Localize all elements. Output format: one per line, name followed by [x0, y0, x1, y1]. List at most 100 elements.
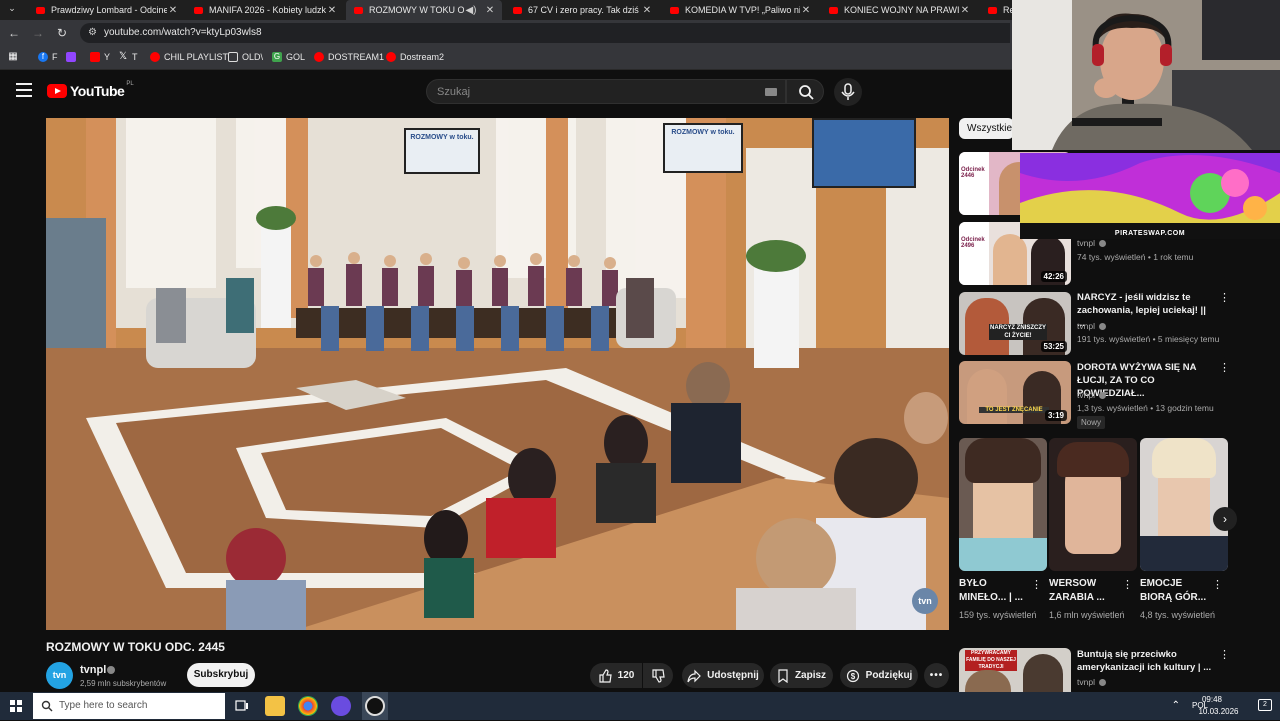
- more-vert-icon[interactable]: ⋮: [1219, 650, 1230, 661]
- save-button[interactable]: Zapisz: [770, 663, 833, 688]
- youtube-favicon-icon: [670, 6, 679, 14]
- related-channel[interactable]: tvnpl: [1077, 390, 1095, 400]
- short-title[interactable]: EMOCJE BIORĄ GÓR...: [1140, 577, 1216, 605]
- related-thumbnail[interactable]: NARCYZ ZNISZCZY CI ŻYCIE! 53:25: [959, 292, 1071, 355]
- file-explorer-icon[interactable]: [265, 696, 285, 716]
- windows-start-icon[interactable]: [10, 700, 22, 712]
- speaker-icon[interactable]: ◀): [464, 5, 478, 16]
- channel-avatar[interactable]: tvn: [46, 662, 73, 689]
- chip-all[interactable]: Wszystkie: [959, 118, 1014, 139]
- search-icon: [799, 85, 814, 100]
- more-vert-icon[interactable]: ⋮: [1031, 580, 1042, 591]
- youtube-masthead: YouTube PL Szukaj: [0, 71, 1012, 113]
- tab-6[interactable]: KONIEC WOJNY NA PRAWICY?✕: [821, 0, 977, 20]
- more-actions-button[interactable]: •••: [924, 663, 949, 688]
- tab-4[interactable]: 67 CV i zero pracy. Tak dziś wyg✕: [505, 0, 659, 20]
- chevron-right-icon: ›: [1223, 512, 1227, 526]
- close-tab-icon[interactable]: ✕: [800, 5, 812, 16]
- related-thumbnail[interactable]: PRZYWRACAMY FAMILIĘ DO NASZEJ TRADYCJI: [959, 648, 1071, 692]
- bookmark-f[interactable]: fF: [38, 52, 58, 62]
- close-tab-icon[interactable]: ✕: [326, 5, 338, 16]
- discord-icon[interactable]: [331, 696, 351, 716]
- shorts-next-button[interactable]: ›: [1213, 507, 1237, 531]
- search-button[interactable]: [786, 79, 824, 104]
- dislike-button[interactable]: [643, 663, 673, 688]
- forward-arrow-icon[interactable]: →: [30, 25, 46, 41]
- address-bar[interactable]: ⚙ youtube.com/watch?v=ktyLp03wls8: [80, 23, 1010, 43]
- close-tab-icon[interactable]: ✕: [641, 5, 653, 16]
- tab-2[interactable]: MANIFA 2026 - Kobiety ludzkie ✕: [186, 0, 344, 20]
- chrome-icon[interactable]: [298, 696, 318, 716]
- related-channel[interactable]: tvnpl: [1077, 321, 1095, 331]
- webcam-image: [1012, 0, 1280, 150]
- bookmark-dostream1[interactable]: DOSTREAM1: [314, 52, 384, 62]
- task-view-icon[interactable]: [232, 696, 252, 716]
- youtube-favicon-icon: [988, 6, 997, 14]
- tab-search-icon[interactable]: ⌄: [4, 3, 20, 17]
- x-icon: 𝕏: [118, 51, 128, 62]
- chevron-up-icon[interactable]: ⌃: [1172, 700, 1180, 711]
- close-tab-icon[interactable]: ✕: [167, 5, 179, 16]
- notification-icon[interactable]: 2: [1258, 699, 1272, 711]
- clock-date[interactable]: 10.03.2026: [1191, 707, 1246, 716]
- bookmark-folder-old[interactable]: OLD\: [228, 52, 263, 62]
- browser-toolbar: ← → ↻ ⚙ youtube.com/watch?v=ktyLp03wls8: [0, 20, 1012, 46]
- related-title[interactable]: NARCYZ - jeśli widzisz te zachowania, le…: [1077, 291, 1212, 330]
- short-title[interactable]: WERSOW ZARABIA ...: [1049, 577, 1125, 605]
- reload-icon[interactable]: ↻: [54, 25, 70, 41]
- video-player[interactable]: ROZMOWY w toku. ROZMOWY w toku. tvn: [46, 118, 949, 630]
- share-button[interactable]: Udostępnij: [682, 663, 764, 688]
- related-channel[interactable]: tvnpl: [1077, 238, 1095, 248]
- super-thanks-icon: $: [846, 669, 859, 682]
- youtube-icon: [314, 52, 324, 62]
- thanks-button[interactable]: $ Podziękuj: [840, 663, 918, 688]
- keyboard-icon[interactable]: [765, 88, 777, 96]
- more-vert-icon[interactable]: ⋮: [1219, 293, 1230, 304]
- related-thumbnail[interactable]: TO JEST ZNĘCANIE 3:19: [959, 361, 1071, 424]
- menu-icon[interactable]: [16, 83, 32, 97]
- taskbar-search-input[interactable]: Type here to search: [33, 693, 225, 719]
- twitch-icon: [66, 52, 76, 62]
- more-vert-icon[interactable]: ⋮: [1122, 580, 1133, 591]
- new-badge: Nowy: [1077, 416, 1106, 429]
- bookmark-chil-playlist[interactable]: CHIL PLAYLIST: [150, 52, 228, 62]
- more-vert-icon[interactable]: ⋮: [1212, 580, 1223, 591]
- related-channel[interactable]: tvnpl: [1077, 677, 1095, 687]
- bookmark-icon: [778, 668, 788, 683]
- tab-1[interactable]: Prawdziwy Lombard - Odcinek ✕: [28, 0, 185, 20]
- obs-icon[interactable]: [362, 692, 388, 720]
- more-vert-icon[interactable]: ⋮: [1219, 363, 1230, 374]
- short-views: 4,8 tys. wyświetleń: [1140, 610, 1216, 620]
- clock-time[interactable]: 09:48: [1192, 695, 1232, 704]
- short-views: 1,6 mln wyświetleń: [1049, 610, 1125, 620]
- short-thumbnail[interactable]: [959, 438, 1047, 571]
- search-icon: [41, 700, 53, 712]
- close-tab-icon[interactable]: ✕: [484, 5, 496, 16]
- bookmark-dostream2[interactable]: Dostream2: [386, 52, 444, 62]
- site-settings-icon[interactable]: ⚙: [88, 27, 97, 38]
- bookmark-gol[interactable]: G GOL: [272, 52, 305, 62]
- related-title[interactable]: DOROTA WYŻYWA SIĘ NA ŁUCJI, ZA TO CO POW…: [1077, 361, 1212, 400]
- search-input[interactable]: Szukaj: [426, 79, 786, 104]
- bookmark-twitch[interactable]: [66, 52, 80, 62]
- back-arrow-icon[interactable]: ←: [6, 25, 22, 41]
- short-thumbnail[interactable]: [1140, 438, 1228, 571]
- voice-search-button[interactable]: [834, 78, 862, 106]
- channel-name[interactable]: tvnpl: [80, 664, 106, 676]
- close-tab-icon[interactable]: ✕: [959, 5, 971, 16]
- streamer-webcam-overlay: [1012, 0, 1280, 150]
- like-button[interactable]: 120: [590, 663, 642, 688]
- bookmark-y[interactable]: Y: [90, 52, 110, 62]
- video-frame: [46, 118, 949, 630]
- youtube-logo[interactable]: YouTube PL: [47, 81, 134, 99]
- apps-grid-icon[interactable]: ▦: [8, 52, 22, 62]
- related-title[interactable]: Buntują się przeciwko amerykanizacji ich…: [1077, 648, 1212, 674]
- verified-icon: [1099, 679, 1106, 686]
- bookmark-t[interactable]: 𝕏T: [118, 51, 138, 63]
- short-title[interactable]: BYŁO MINEŁO... | ...: [959, 577, 1035, 605]
- tab-3-active[interactable]: ROZMOWY W TOKU ODC.◀)✕: [346, 0, 502, 20]
- subscribe-button[interactable]: Subskrybuj: [187, 663, 255, 687]
- tab-5[interactable]: KOMEDIA W TVP! „Paliwo nie d✕: [662, 0, 818, 20]
- short-thumbnail[interactable]: [1049, 438, 1137, 571]
- verified-icon: [1099, 392, 1106, 399]
